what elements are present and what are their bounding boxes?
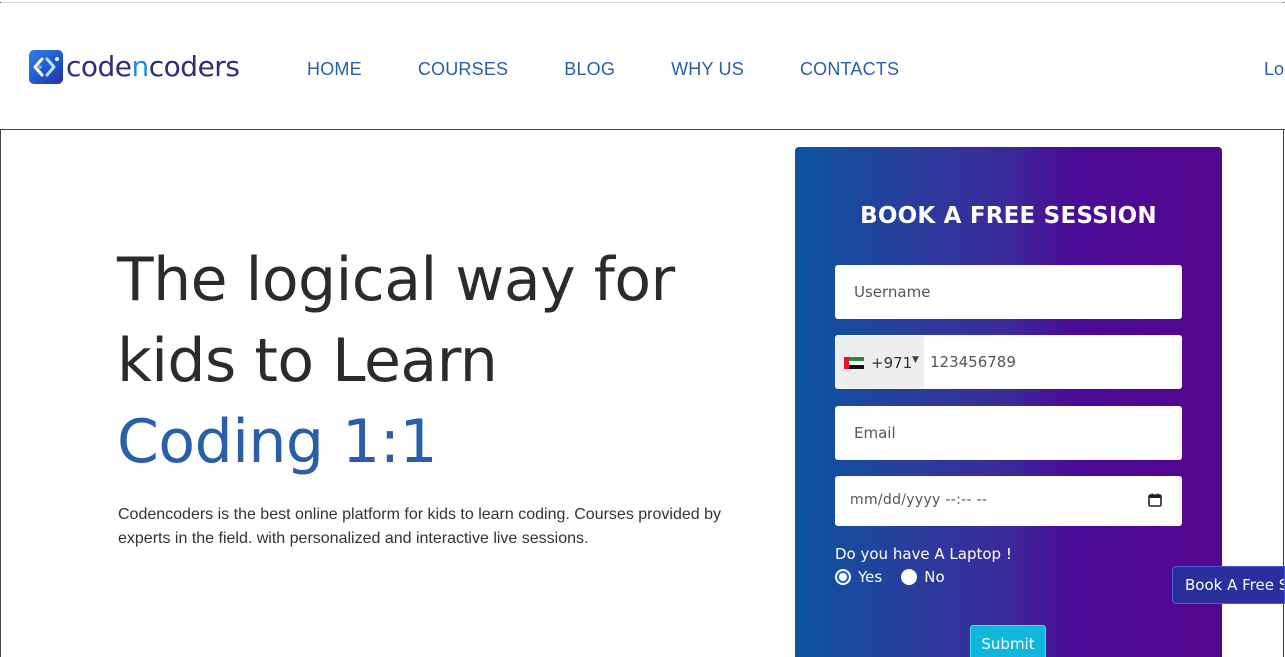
logo-text-part-c: coders (148, 50, 240, 83)
radio-no[interactable] (901, 569, 918, 585)
email-placeholder: Email (854, 424, 896, 442)
nav-home[interactable]: HOME (307, 57, 362, 81)
login-link[interactable]: Lo (1264, 57, 1284, 81)
logo[interactable]: codencoders (29, 50, 240, 84)
nav-blog[interactable]: BLOG (564, 57, 615, 81)
radio-yes[interactable] (835, 569, 851, 585)
country-code-selector[interactable]: +971 ▼ (836, 336, 924, 388)
email-field[interactable]: Email (835, 406, 1182, 460)
hero-title-line2: kids to Learn (117, 326, 498, 396)
floating-button-label: Book A Free S (1185, 576, 1285, 594)
nav-contacts[interactable]: CONTACTS (800, 57, 899, 81)
laptop-question: Do you have A Laptop ! (835, 545, 1012, 563)
datetime-placeholder: mm/dd/yyyy --:-- -- (850, 492, 988, 508)
logo-text-part-b: n (131, 50, 150, 83)
phone-field[interactable]: +971 ▼ 123456789 (835, 335, 1182, 389)
nav-why-us[interactable]: WHY US (671, 57, 744, 81)
hero-description: Codencoders is the best online platform … (118, 506, 721, 547)
logo-text-part-a: code (66, 50, 132, 83)
hero-title-line1: The logical way for (117, 245, 675, 315)
phone-number-value: 123456789 (930, 353, 1016, 371)
laptop-radio-group: Yes No (835, 568, 964, 586)
country-dial-code: +971 (871, 354, 913, 372)
username-placeholder: Username (854, 283, 931, 301)
hero-title-accent: Coding 1:1 (117, 407, 438, 477)
book-free-session-floating-button[interactable]: Book A Free S (1172, 566, 1285, 604)
logo-text: codencoders (66, 50, 240, 84)
uae-flag-icon (844, 357, 864, 369)
calendar-icon[interactable] (1148, 493, 1162, 507)
booking-form: BOOK A FREE SESSION Username +971 ▼ 1234… (795, 147, 1222, 657)
username-field[interactable]: Username (835, 265, 1182, 319)
radio-yes-label[interactable]: Yes (858, 568, 882, 586)
hero-title: The logical way for kids to Learn Coding… (117, 240, 737, 483)
radio-no-label[interactable]: No (924, 568, 944, 586)
datetime-field[interactable]: mm/dd/yyyy --:-- -- (835, 476, 1182, 526)
main-menu: HOME COURSES BLOG WHY US CONTACTS (307, 57, 955, 81)
code-brackets-icon (29, 50, 63, 84)
form-title: BOOK A FREE SESSION (860, 203, 1157, 229)
nav-courses[interactable]: COURSES (418, 57, 508, 81)
navbar: codencoders HOME COURSES BLOG WHY US CON… (0, 3, 1285, 130)
chevron-down-icon: ▼ (912, 355, 919, 365)
submit-button[interactable]: Submit (970, 625, 1046, 657)
